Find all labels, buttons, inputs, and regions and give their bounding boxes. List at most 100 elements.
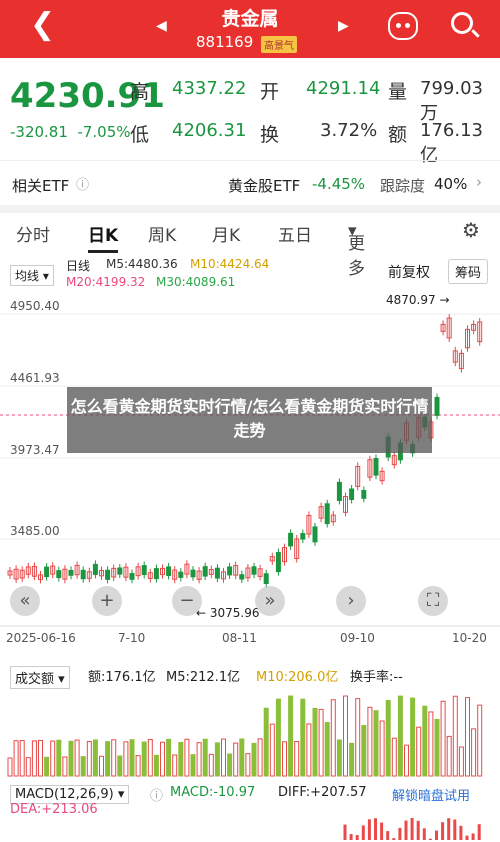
x-tick-label: 10-20 [452, 631, 487, 645]
macd-bar [447, 818, 451, 840]
volume-bar [153, 754, 159, 777]
volume-bar [275, 698, 281, 777]
candle-body [300, 533, 306, 540]
kline-svg: 4950.40 4461.93 3973.47 3485.00 2025-06-16 7-… [0, 293, 500, 645]
next-icon[interactable]: › [336, 586, 366, 616]
page-title: 贵金属 [221, 8, 279, 30]
macd-bar [374, 818, 377, 840]
candle-body [68, 569, 74, 576]
volume-bar [233, 742, 239, 777]
volume-bar [74, 739, 80, 777]
volume-bar [416, 726, 422, 777]
tab-five-day[interactable]: 五日 [278, 221, 312, 246]
search-icon[interactable] [451, 12, 473, 34]
candle-body [361, 489, 367, 499]
volume-bar [422, 705, 428, 777]
price-change: -320.81 -7.05% [10, 123, 131, 141]
volume-bar [178, 741, 184, 777]
scroll-right-fast-icon[interactable]: » [255, 586, 285, 616]
robot-icon[interactable] [388, 12, 418, 40]
x-tick-label: 2025-06-16 [6, 631, 76, 645]
volume-amount: 额:176.1亿 [88, 670, 156, 685]
volume-bar [7, 757, 13, 777]
zoom-in-icon[interactable]: + [92, 586, 122, 616]
macd-panel: MACD(12,26,9) ▾ ⓘ MACD:-10.97 DIFF:+207.… [0, 780, 500, 841]
macd-bar [349, 834, 353, 840]
tab-monthly-k[interactable]: 月K [212, 221, 240, 246]
volume-bar [452, 695, 458, 777]
max-price-marker: 4870.97 → [386, 293, 450, 307]
tab-intraday[interactable]: 分时 [16, 221, 50, 246]
candle-body [324, 503, 330, 525]
volume-bar [141, 741, 147, 777]
volume-bar [397, 695, 403, 777]
gold-etf-change: -4.45% [312, 175, 366, 193]
volume-bar [355, 698, 361, 777]
volume-bar [343, 695, 348, 777]
high-label: 高 [130, 81, 150, 103]
volume-bar [117, 755, 123, 777]
low-value: 4206.31 [172, 120, 247, 141]
volume-bar [214, 742, 220, 777]
volume-bar [471, 728, 477, 777]
scroll-left-icon[interactable]: « [10, 586, 40, 616]
volume-bar [239, 738, 245, 777]
volume-bar [440, 700, 446, 777]
candle-body [141, 565, 147, 575]
volume-bar [227, 753, 233, 777]
quote-panel: 4230.91 -320.81 -7.05% 高 4337.22 开 4291.… [0, 58, 500, 166]
macd-bar [471, 833, 475, 840]
adjust-label[interactable]: 前复权 [388, 262, 430, 282]
settings-icon[interactable]: ⚙ [462, 218, 480, 242]
volume-bar [245, 753, 251, 777]
tracking-value: 40% [434, 175, 468, 193]
y-tick-label: 4461.93 [10, 371, 60, 385]
chart-tabs: 分时 日K 周K 月K 五日 更多 ▾ ⚙ [0, 213, 500, 279]
macd-bar [386, 831, 390, 840]
volume-value: 799.03万 [420, 78, 483, 124]
turnover-value: 3.72% [320, 120, 378, 141]
volume-bar [135, 755, 141, 777]
volume-bar [428, 711, 434, 777]
high-value: 4337.22 [172, 78, 247, 99]
macd-bar [435, 830, 438, 840]
volume-bar [172, 754, 178, 777]
macd-bar [477, 824, 481, 840]
macd-bar [441, 822, 445, 840]
volume-bar [385, 699, 391, 777]
ma-select[interactable]: 均线 ▾ [10, 265, 54, 286]
candle-body [117, 567, 123, 575]
volume-bar [373, 710, 379, 777]
fullscreen-icon[interactable]: ⛶ [418, 586, 448, 616]
candle-body [80, 569, 86, 580]
sector-tag: 高景气 [261, 36, 297, 53]
candle-body [288, 532, 294, 547]
macd-bar [428, 838, 432, 840]
etf-row[interactable]: 相关ETF ⓘ 黄金股ETF -4.45% 跟踪度 40% › [0, 165, 500, 203]
unlock-trial-link[interactable]: 解锁暗盘试用 [392, 785, 470, 804]
tab-daily-k[interactable]: 日K [88, 221, 118, 246]
macd-bar [416, 820, 420, 840]
volume-bar [336, 739, 342, 777]
volume-bar [56, 739, 62, 777]
zoom-out-icon[interactable]: − [172, 586, 202, 616]
chevron-right-icon[interactable]: › [476, 173, 482, 191]
candle-body [202, 566, 208, 577]
volume-m5: M5:212.1亿 [166, 670, 241, 685]
macd-bar [367, 819, 371, 840]
volume-svg [7, 695, 483, 777]
candle-body [178, 571, 184, 578]
info-icon[interactable]: ⓘ [76, 174, 89, 193]
volume-bar [361, 725, 367, 777]
volume-bar [349, 742, 355, 777]
tab-more[interactable]: 更多 ▾ [348, 221, 365, 279]
volume-select[interactable]: 成交额 ▾ [10, 666, 70, 689]
macd-bar [398, 827, 402, 840]
volume-bar [300, 698, 306, 777]
period-label: 日线 [66, 259, 91, 273]
chip-button[interactable]: 筹码 [448, 259, 489, 284]
tab-weekly-k[interactable]: 周K [148, 221, 176, 246]
volume-bar [44, 756, 50, 777]
volume-bar [221, 738, 226, 777]
macd-info-icon[interactable]: ⓘ [150, 785, 163, 804]
